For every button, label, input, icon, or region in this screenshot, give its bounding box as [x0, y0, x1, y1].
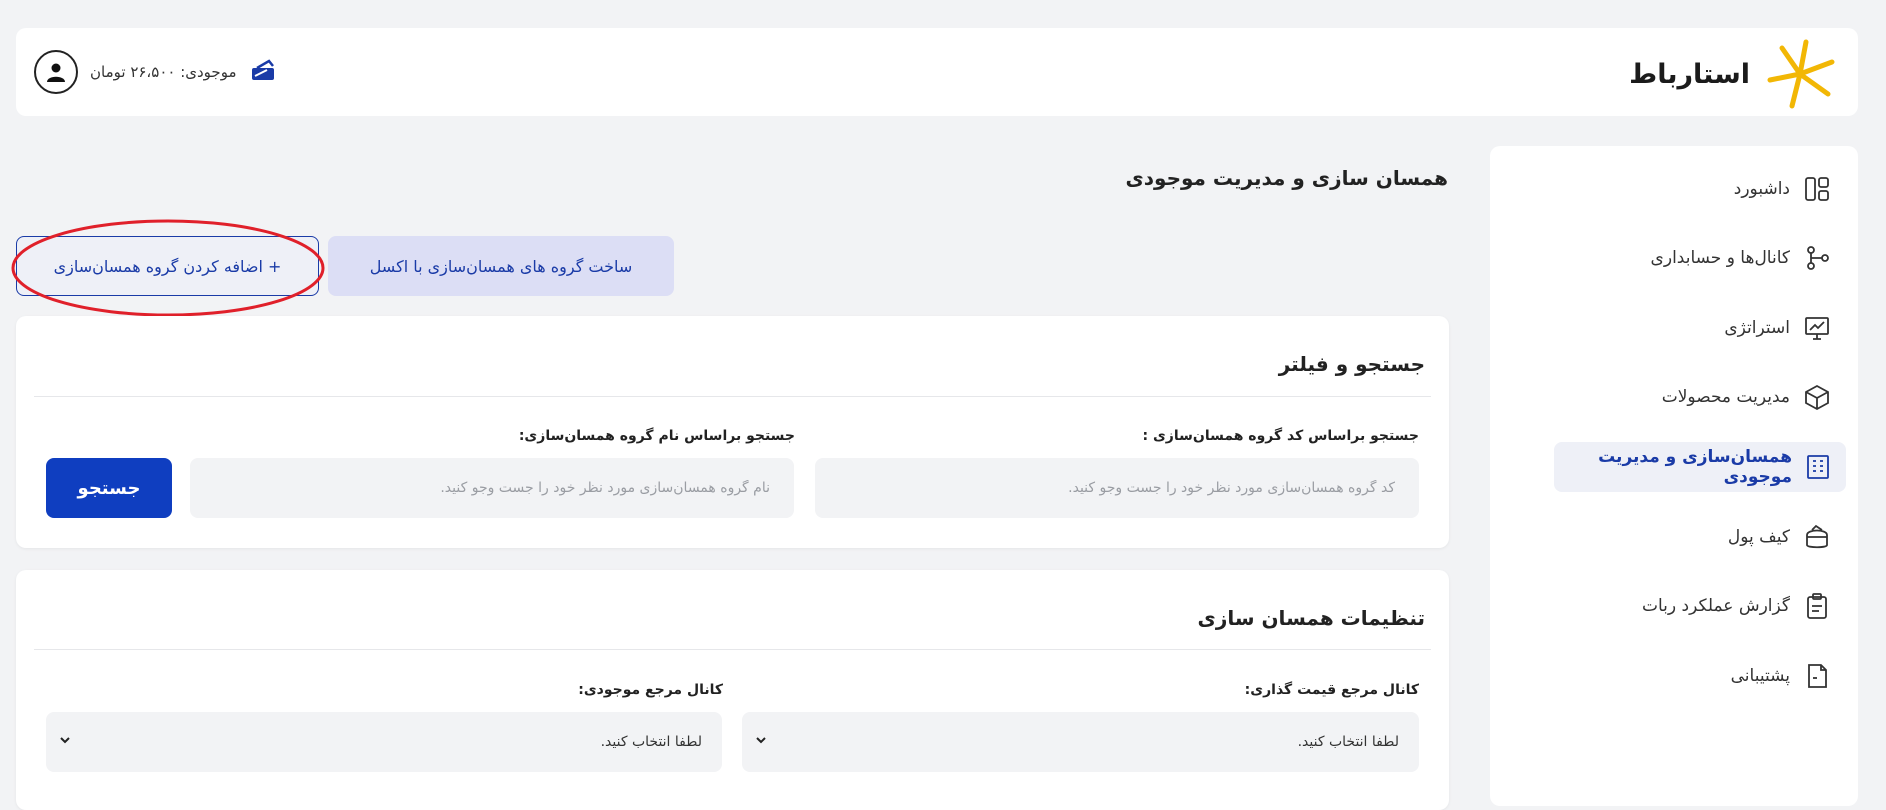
code-search-label: جستجو براساس کد گروه همسان‌سازی : [1142, 428, 1420, 444]
sidebar-item-label: گزارش عملکرد ربات [1641, 596, 1790, 616]
stock-channel-select[interactable]: لطفا انتخاب کنید. [46, 712, 722, 772]
support-icon [1802, 661, 1832, 691]
settings-card-title: تنظیمات همسان سازی [1197, 606, 1426, 630]
stock-channel-value: لطفا انتخاب کنید. [600, 734, 702, 750]
balance-area: موجودی: ۲۶،۵۰۰ تومان [34, 50, 277, 94]
channels-icon [1802, 243, 1832, 273]
search-filter-card: جستجو و فیلتر جستجو براساس کد گروه همسان… [16, 316, 1449, 548]
stock-channel-label: کانال مرجع موجودی: [578, 682, 723, 698]
chevron-down-icon [58, 733, 72, 751]
brand-logo[interactable]: استارباط [1629, 36, 1838, 112]
sidebar-item-label: کانال‌ها و حسابداری [1650, 248, 1790, 268]
wallet-icon [1802, 522, 1832, 552]
brand-name: استارباط [1629, 58, 1750, 90]
building-icon [1804, 452, 1832, 482]
pricing-channel-label: کانال مرجع قیمت گذاری: [1244, 682, 1419, 698]
strategy-icon [1802, 313, 1832, 343]
excel-import-button[interactable]: ساخت گروه های همسان‌سازی با اکسل [328, 236, 674, 296]
wallet-icon[interactable] [249, 58, 277, 86]
pricing-channel-value: لطفا انتخاب کنید. [1297, 734, 1399, 750]
search-button[interactable]: جستجو [46, 458, 172, 518]
sidebar-item-label: کیف پول [1727, 527, 1790, 547]
chevron-down-icon [754, 733, 768, 751]
sync-settings-card: تنظیمات همسان سازی کانال مرجع قیمت گذاری… [16, 570, 1449, 810]
divider [34, 649, 1431, 650]
dashboard-icon [1802, 174, 1832, 204]
star-logo-icon [1767, 39, 1835, 109]
sidebar-item-label: پشتیبانی [1730, 666, 1790, 686]
sidebar-item-support[interactable]: پشتیبانی [1554, 651, 1846, 701]
sidebar-item-dashboard[interactable]: داشبورد [1554, 164, 1846, 214]
sidebar-item-products[interactable]: مدیریت محصولات [1554, 372, 1846, 422]
name-search-label: جستجو براساس نام گروه همسان‌سازی: [518, 428, 795, 444]
clipboard-icon [1802, 591, 1832, 621]
balance-text: موجودی: ۲۶،۵۰۰ تومان [90, 63, 237, 81]
divider [34, 396, 1431, 397]
top-bar: استارباط موجودی: ۲۶،۵۰۰ تومان [16, 28, 1858, 116]
box-icon [1802, 382, 1832, 412]
add-sync-group-button[interactable]: + اضافه کردن گروه همسان‌سازی [16, 236, 319, 296]
sidebar-item-label: مدیریت محصولات [1661, 387, 1790, 407]
sidebar-item-wallet[interactable]: کیف پول [1554, 512, 1846, 562]
sidebar-item-label: استراتژی [1724, 318, 1790, 338]
name-search-input[interactable] [190, 458, 794, 518]
sidebar-item-label: همسان‌سازی و مدیریت موجودی [1598, 447, 1792, 487]
sidebar: داشبورد کانال‌ها و حسابداری استراتژی مدی… [1490, 146, 1858, 806]
sidebar-item-strategy[interactable]: استراتژی [1554, 303, 1846, 353]
sidebar-item-channels[interactable]: کانال‌ها و حسابداری [1554, 233, 1846, 283]
code-search-input[interactable] [815, 458, 1419, 518]
sidebar-item-label: داشبورد [1733, 179, 1790, 199]
search-card-title: جستجو و فیلتر [1278, 352, 1425, 376]
sidebar-item-sync[interactable]: همسان‌سازی و مدیریت موجودی [1554, 442, 1846, 492]
page-title: همسان سازی و مدیریت موجودی [1125, 166, 1448, 190]
user-icon[interactable] [34, 50, 78, 94]
pricing-channel-select[interactable]: لطفا انتخاب کنید. [742, 712, 1419, 772]
sidebar-item-report[interactable]: گزارش عملکرد ربات [1554, 581, 1846, 631]
